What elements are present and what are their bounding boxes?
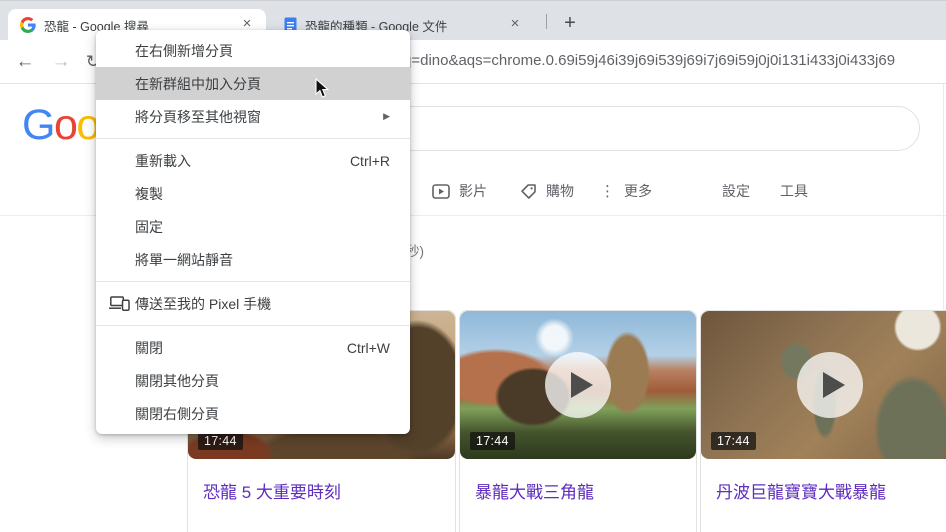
menu-item-move-to-window[interactable]: 將分頁移至其他視窗 ▶ [96, 100, 410, 133]
menu-accelerator: Ctrl+W [346, 339, 390, 356]
video-thumbnail[interactable]: 17:44 [460, 311, 696, 459]
menu-separator [96, 325, 410, 326]
video-duration-badge: 17:44 [711, 432, 756, 450]
video-title-link[interactable]: 暴龍大戰三角龍 [475, 482, 681, 505]
menu-item-send-to-pixel[interactable]: 傳送至我的 Pixel 手機 [96, 287, 410, 320]
menu-accelerator: Ctrl+R [349, 152, 390, 169]
mouse-cursor [315, 78, 330, 98]
video-duration-badge: 17:44 [470, 432, 515, 450]
menu-separator [96, 281, 410, 282]
tab-divider [546, 14, 547, 29]
shopping-tag-icon [521, 183, 536, 199]
menu-item-duplicate[interactable]: 複製 [96, 177, 410, 210]
submenu-arrow-icon: ▶ [383, 111, 390, 121]
menu-item-close[interactable]: 關閉 Ctrl+W [96, 331, 410, 364]
tab-shopping[interactable]: 購物 [520, 180, 574, 202]
tab-videos-label: 影片 [459, 183, 487, 199]
devices-icon [109, 296, 130, 311]
browser-window: 恐龍 - Google 搜尋 × 恐龍的種類 - Google 文件 × + ←… [0, 0, 946, 532]
video-card[interactable]: 17:44 暴龍大戰三角龍 [459, 310, 697, 532]
menu-item-mute-site[interactable]: 將單一網站靜音 [96, 243, 410, 276]
tab-close-icon[interactable]: × [506, 16, 524, 34]
tab-more[interactable]: ⋮ 更多 [600, 180, 652, 202]
play-icon[interactable] [797, 352, 863, 418]
tools-link[interactable]: 工具 [780, 180, 808, 202]
menu-item-close-others[interactable]: 關閉其他分頁 [96, 364, 410, 397]
play-icon[interactable] [545, 352, 611, 418]
menu-item-reload[interactable]: 重新載入 Ctrl+R [96, 144, 410, 177]
video-title-link[interactable]: 恐龍 5 大重要時刻 [203, 482, 440, 505]
video-icon [432, 183, 450, 199]
google-favicon-icon [20, 17, 36, 33]
tab-videos[interactable]: 影片 [432, 180, 487, 202]
address-bar-url[interactable]: q=dino&aqs=chrome.0.69i59j46i39j69i539j6… [403, 52, 946, 69]
settings-link[interactable]: 設定 [722, 180, 750, 202]
new-tab-button[interactable]: + [556, 10, 584, 38]
video-thumbnail[interactable]: 17:44 [701, 311, 946, 459]
tab-more-label: 更多 [624, 183, 652, 199]
menu-item-new-tab-right[interactable]: 在右側新增分頁 [96, 34, 410, 67]
video-duration-badge: 17:44 [198, 432, 243, 450]
menu-item-pin[interactable]: 固定 [96, 210, 410, 243]
video-card[interactable]: 17:44 丹波巨龍寶寶大戰暴龍 [700, 310, 946, 532]
menu-separator [96, 138, 410, 139]
menu-item-close-right[interactable]: 關閉右側分頁 [96, 397, 410, 430]
tab-shopping-label: 購物 [546, 183, 574, 199]
back-icon[interactable]: ← [12, 49, 38, 75]
forward-icon[interactable]: → [48, 49, 74, 75]
menu-item-add-to-new-group[interactable]: 在新群組中加入分頁 [96, 67, 410, 100]
more-dots-icon: ⋮ [600, 183, 615, 200]
video-title-link[interactable]: 丹波巨龍寶寶大戰暴龍 [716, 482, 944, 505]
tab-context-menu: 在右側新增分頁 在新群組中加入分頁 將分頁移至其他視窗 ▶ 重新載入 Ctrl+… [96, 30, 410, 434]
